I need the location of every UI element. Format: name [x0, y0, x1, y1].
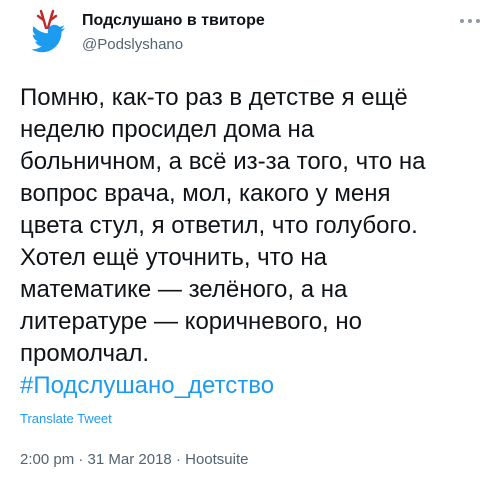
tweet-text: Помню, как-то раз в детстве я ещё неделю…	[20, 82, 490, 402]
tweet-metadata: 2:00 pm · 31 Mar 2018 · Hootsuite	[20, 451, 249, 468]
tweet-source[interactable]: Hootsuite	[185, 451, 248, 468]
more-dot-icon	[460, 19, 464, 23]
more-options-button[interactable]	[456, 10, 484, 30]
meta-separator: ·	[74, 451, 88, 468]
tweet-text-line: Помню, как-то раз в детстве я ещё	[20, 84, 408, 111]
tweet-text-line: больничном, а всё из-за того, что на	[20, 148, 426, 175]
translate-tweet-link[interactable]: Translate Tweet	[20, 411, 112, 426]
author-handle[interactable]: @Podslyshano	[82, 36, 183, 53]
tweet-text-line: Хотел ещё уточнить, что на	[20, 244, 327, 271]
twitter-bird-with-antlers-icon	[31, 9, 65, 53]
tweet-date[interactable]: 31 Mar 2018	[88, 451, 172, 468]
tweet-time[interactable]: 2:00 pm	[20, 451, 74, 468]
tweet-text-line: математике — зелёного, а на	[20, 276, 348, 303]
more-dot-icon	[476, 19, 480, 23]
tweet-card: Подслушано в твиторе @Podslyshano Помню,…	[0, 0, 500, 488]
hashtag-link[interactable]: #Подслушано_детство	[20, 370, 490, 402]
avatar[interactable]	[20, 8, 72, 60]
tweet-text-line: цвета стул, я ответил, что голубого.	[20, 212, 418, 239]
author-name[interactable]: Подслушано в твиторе	[82, 12, 265, 30]
tweet-text-line: литературе — коричневого, но	[20, 308, 362, 335]
more-dot-icon	[468, 19, 472, 23]
tweet-text-line: промолчал.	[20, 340, 150, 367]
tweet-text-line: неделю просидел дома на	[20, 116, 315, 143]
tweet-text-line: вопрос врача, мол, какого у меня	[20, 180, 391, 207]
meta-separator: ·	[171, 451, 186, 468]
